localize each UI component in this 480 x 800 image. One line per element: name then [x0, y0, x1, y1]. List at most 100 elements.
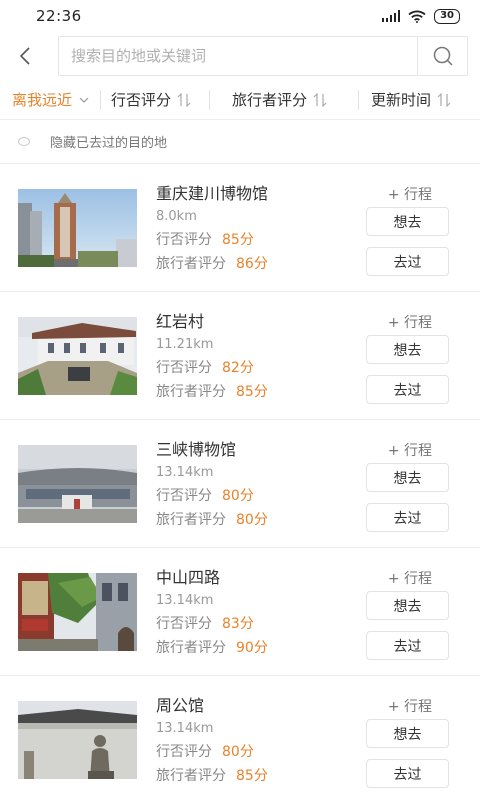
- been-there-button[interactable]: 去过: [366, 503, 449, 532]
- filter-divider: [358, 89, 359, 110]
- destination-distance: 13.14km: [156, 593, 214, 608]
- traveler-score-value: 85分: [236, 768, 268, 784]
- chevron-left-icon: [19, 47, 30, 65]
- list-item[interactable]: 中山四路 13.14km 行否评分 83分 旅行者评分 90分 + 行程 想去 去过: [0, 548, 480, 676]
- traveler-score-value: 90分: [236, 640, 268, 656]
- destination-photo: [18, 189, 137, 267]
- xingfou-score-label: 行否评分: [156, 616, 212, 632]
- filter-distance[interactable]: 离我远近: [12, 89, 100, 110]
- want-to-go-button[interactable]: 想去: [366, 719, 449, 748]
- destination-photo: [18, 317, 137, 395]
- sort-icon: [437, 92, 451, 107]
- xingfou-score-value: 82分: [222, 360, 254, 376]
- xingfou-score-label: 行否评分: [156, 360, 212, 376]
- sort-icon: [313, 92, 327, 107]
- been-there-button[interactable]: 去过: [366, 247, 449, 276]
- been-there-button[interactable]: 去过: [366, 631, 449, 660]
- back-button[interactable]: [10, 36, 40, 76]
- destination-distance: 11.21km: [156, 337, 214, 352]
- add-to-itinerary-button[interactable]: + 行程: [388, 568, 432, 588]
- traveler-score-label: 旅行者评分: [156, 384, 226, 400]
- filter-divider: [209, 89, 210, 110]
- signal-icon: [382, 10, 401, 22]
- add-to-itinerary-button[interactable]: + 行程: [388, 312, 432, 332]
- destination-distance: 8.0km: [156, 209, 197, 224]
- destination-list: 重庆建川博物馆 8.0km 行否评分 85分 旅行者评分 86分 + 行程 想去 去…: [0, 164, 480, 800]
- xingfou-score-value: 80分: [222, 488, 254, 504]
- status-icons: 30: [382, 8, 460, 24]
- battery-icon: 30: [434, 8, 460, 24]
- destination-photo: [18, 573, 137, 651]
- add-to-itinerary-button[interactable]: + 行程: [388, 184, 432, 204]
- filter-distance-label: 离我远近: [12, 91, 73, 109]
- destination-name: 三峡博物馆: [156, 440, 237, 459]
- list-item[interactable]: 红岩村 11.21km 行否评分 82分 旅行者评分 85分 + 行程 想去 去过: [0, 292, 480, 420]
- want-to-go-button[interactable]: 想去: [366, 463, 449, 492]
- traveler-score-row: 旅行者评分 90分: [156, 636, 268, 660]
- filter-update-time-label: 更新时间: [371, 91, 432, 109]
- sort-icon: [177, 92, 191, 107]
- filter-xingfou-score-label: 行否评分: [111, 91, 172, 109]
- want-to-go-button[interactable]: 想去: [366, 591, 449, 620]
- search-button[interactable]: [417, 37, 467, 75]
- status-time: 22:36: [36, 7, 82, 25]
- destination-info: 中山四路 13.14km 行否评分 83分 旅行者评分 90分: [156, 566, 268, 660]
- destination-distance: 13.14km: [156, 465, 214, 480]
- destination-info: 重庆建川博物馆 8.0km 行否评分 85分 旅行者评分 86分: [156, 182, 268, 276]
- xingfou-score-row: 行否评分 80分: [156, 740, 268, 764]
- xingfou-score-row: 行否评分 80分: [156, 484, 268, 508]
- filter-update-time[interactable]: 更新时间: [371, 89, 451, 110]
- status-bar: 22:36 30: [0, 0, 480, 32]
- been-there-button[interactable]: 去过: [366, 759, 449, 788]
- been-there-button[interactable]: 去过: [366, 375, 449, 404]
- add-to-itinerary-button[interactable]: + 行程: [388, 696, 432, 716]
- filter-traveler-score[interactable]: 旅行者评分: [232, 89, 358, 110]
- xingfou-score-value: 80分: [222, 744, 254, 760]
- destination-info: 周公馆 13.14km 行否评分 80分 旅行者评分 85分: [156, 694, 268, 788]
- want-to-go-button[interactable]: 想去: [366, 207, 449, 236]
- traveler-score-label: 旅行者评分: [156, 768, 226, 784]
- destination-name: 中山四路: [156, 568, 221, 587]
- destination-name: 重庆建川博物馆: [156, 184, 269, 203]
- traveler-score-row: 旅行者评分 80分: [156, 508, 268, 532]
- list-item[interactable]: 周公馆 13.14km 行否评分 80分 旅行者评分 85分 + 行程 想去 去过: [0, 676, 480, 800]
- list-item[interactable]: 三峡博物馆 13.14km 行否评分 80分 旅行者评分 80分 + 行程 想去 去…: [0, 420, 480, 548]
- search-input[interactable]: [59, 37, 417, 75]
- list-item[interactable]: 重庆建川博物馆 8.0km 行否评分 85分 旅行者评分 86分 + 行程 想去 去…: [0, 164, 480, 292]
- search-header: [0, 32, 480, 80]
- filter-xingfou-score[interactable]: 行否评分: [111, 89, 209, 110]
- wifi-icon: [408, 10, 426, 23]
- hide-visited-toggle[interactable]: 隐藏已去过的目的地: [0, 120, 480, 164]
- xingfou-score-label: 行否评分: [156, 232, 212, 248]
- hide-visited-label: 隐藏已去过的目的地: [50, 136, 168, 151]
- traveler-score-label: 旅行者评分: [156, 256, 226, 272]
- destination-name: 红岩村: [156, 312, 205, 331]
- traveler-score-value: 86分: [236, 256, 268, 272]
- chevron-down-icon: [79, 97, 89, 103]
- filter-divider: [100, 89, 101, 110]
- xingfou-score-value: 83分: [222, 616, 254, 632]
- search-icon: [433, 46, 453, 66]
- filter-bar: 离我远近 行否评分 旅行者评分 更新时间: [0, 80, 480, 120]
- destination-info: 三峡博物馆 13.14km 行否评分 80分 旅行者评分 80分: [156, 438, 268, 532]
- want-to-go-button[interactable]: 想去: [366, 335, 449, 364]
- traveler-score-value: 80分: [236, 512, 268, 528]
- xingfou-score-row: 行否评分 83分: [156, 612, 268, 636]
- xingfou-score-value: 85分: [222, 232, 254, 248]
- traveler-score-row: 旅行者评分 85分: [156, 764, 268, 788]
- traveler-score-row: 旅行者评分 85分: [156, 380, 268, 404]
- xingfou-score-row: 行否评分 82分: [156, 356, 268, 380]
- destination-photo: [18, 701, 137, 779]
- destination-photo: [18, 445, 137, 523]
- destination-name: 周公馆: [156, 696, 205, 715]
- xingfou-score-label: 行否评分: [156, 744, 212, 760]
- traveler-score-value: 85分: [236, 384, 268, 400]
- add-to-itinerary-button[interactable]: + 行程: [388, 440, 432, 460]
- hide-visited-radio[interactable]: [18, 137, 30, 146]
- search-box: [58, 36, 468, 76]
- xingfou-score-row: 行否评分 85分: [156, 228, 268, 252]
- destination-info: 红岩村 11.21km 行否评分 82分 旅行者评分 85分: [156, 310, 268, 404]
- traveler-score-label: 旅行者评分: [156, 512, 226, 528]
- traveler-score-label: 旅行者评分: [156, 640, 226, 656]
- destination-distance: 13.14km: [156, 721, 214, 736]
